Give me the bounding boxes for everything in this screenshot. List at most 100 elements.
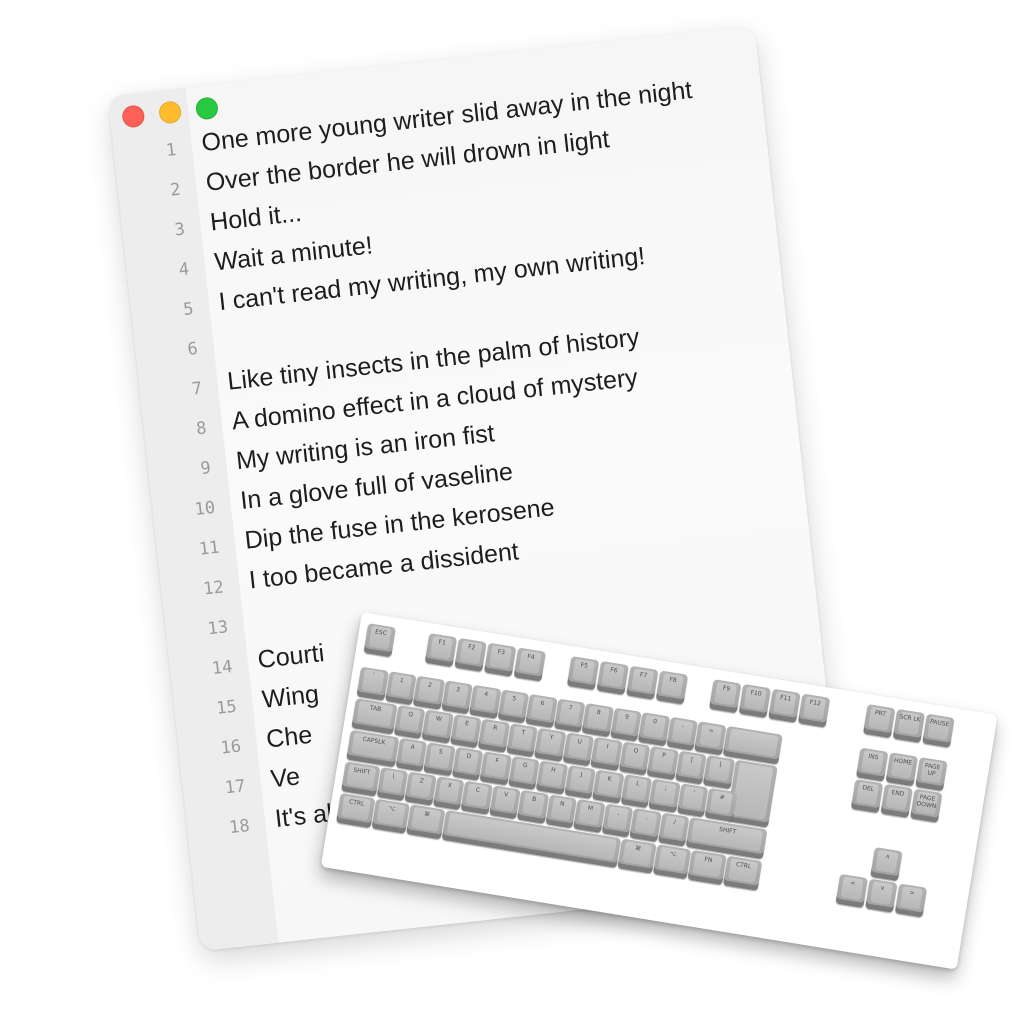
line-number: 9 xyxy=(199,458,212,480)
keyboard-key: F4 xyxy=(513,647,546,682)
keyboard-key: 2 xyxy=(412,675,445,710)
line-number: 11 xyxy=(197,537,221,560)
keyboard-key: O xyxy=(618,741,651,776)
keyboard-key: ' xyxy=(676,783,709,818)
keyboard-key: = xyxy=(694,721,727,756)
keyboard-key: CTRL xyxy=(336,792,375,829)
keyboard-key: PAGE UP xyxy=(915,757,948,792)
keyboard-key: F6 xyxy=(596,660,629,695)
keyboard-key: PAUSE xyxy=(922,713,955,748)
keyboard-key: F xyxy=(479,751,512,786)
keyboard-key: 5 xyxy=(497,689,530,724)
keyboard-key: # xyxy=(704,787,737,822)
keyboard-key: 7 xyxy=(553,698,586,733)
line-number: 7 xyxy=(190,378,204,400)
zoom-window-button[interactable] xyxy=(194,96,220,121)
keyboard-key: Q xyxy=(393,705,426,740)
keyboard-key: [ xyxy=(674,750,707,785)
keyboard-key: S xyxy=(423,742,456,777)
minimize-window-button[interactable] xyxy=(158,100,183,125)
keyboard-key: F12 xyxy=(797,693,831,728)
keyboard-key: T xyxy=(506,723,539,758)
keyboard-key: INS xyxy=(855,747,889,782)
keyboard-key: Z xyxy=(404,771,437,806)
keyboard-key: F2 xyxy=(454,637,487,672)
line-number: 16 xyxy=(219,736,243,759)
close-window-button[interactable] xyxy=(121,104,146,129)
line-number: 8 xyxy=(195,418,208,440)
keyboard-key: X xyxy=(432,776,465,811)
keyboard-key: PRT xyxy=(862,704,896,739)
keyboard-key: ⌥ xyxy=(652,844,692,880)
keyboard-key: ] xyxy=(703,755,735,790)
keyboard-key: > xyxy=(894,883,928,918)
keyboard-key: 6 xyxy=(525,693,558,728)
line-number: 14 xyxy=(210,656,234,680)
keyboard-key: CAPSLK xyxy=(346,729,400,768)
keyboard-key: DEL xyxy=(850,779,884,814)
line-number: 17 xyxy=(223,776,247,799)
keyboard-key: B xyxy=(516,789,549,824)
keyboard-key: ⌘ xyxy=(406,804,446,840)
keyboard-key: F1 xyxy=(424,633,458,668)
keyboard-key: FN xyxy=(687,849,727,886)
keyboard-key: ⌘ xyxy=(617,838,657,874)
keyboard-key: D xyxy=(451,746,484,781)
keyboard-key: , xyxy=(601,803,634,838)
keyboard-key: J xyxy=(564,765,597,800)
keyboard-key: 9 xyxy=(609,707,642,742)
line-number: 2 xyxy=(169,179,182,201)
keyboard-key: 0 xyxy=(637,712,670,747)
keyboard-key: F11 xyxy=(768,688,801,723)
line-number: 10 xyxy=(193,497,217,520)
keyboard-key: SCR LK xyxy=(892,708,926,743)
keyboard-key: G xyxy=(508,755,540,790)
keyboard-key: F5 xyxy=(566,656,600,691)
keyboard-key: M xyxy=(573,798,606,833)
keyboard-key: F3 xyxy=(483,642,517,677)
keyboard-key: SHIFT xyxy=(341,761,381,797)
keyboard-key: \ xyxy=(376,767,409,802)
keyboard-key: U xyxy=(562,732,595,767)
keyboard-key: H xyxy=(536,760,569,795)
keyboard-key: W xyxy=(421,709,454,744)
line-text[interactable]: Courti xyxy=(256,639,325,675)
keyboard-key: ; xyxy=(648,778,681,813)
keyboard-key: 4 xyxy=(469,684,501,719)
keyboard-key: A xyxy=(395,737,428,772)
keyboard-key: F8 xyxy=(655,670,689,705)
keyboard-key: . xyxy=(629,808,662,843)
line-number: 3 xyxy=(173,219,186,241)
keyboard-key: ` xyxy=(356,666,389,701)
keyboard-key: V xyxy=(488,785,521,820)
line-number: 12 xyxy=(202,577,225,600)
keyboard-key: PAGE DOWN xyxy=(910,788,943,823)
line-number: 6 xyxy=(186,338,199,360)
keyboard-key: P xyxy=(646,746,679,781)
line-text[interactable]: Ve xyxy=(269,762,301,794)
keyboard-key: F9 xyxy=(708,679,742,714)
line-text[interactable]: Wing xyxy=(261,680,321,715)
keyboard-key: E xyxy=(449,714,482,749)
keyboard-key: Y xyxy=(534,727,567,762)
keyboard-key: CTRL xyxy=(722,855,762,891)
keyboard-key: C xyxy=(460,780,493,815)
keyboard-key: < xyxy=(835,873,868,908)
keyboard-key: TAB xyxy=(351,698,398,735)
keyboard-key: F7 xyxy=(626,665,659,700)
keyboard-key: / xyxy=(657,812,690,847)
keyboard-key: R xyxy=(477,718,510,753)
keyboard-key: ⌥ xyxy=(371,798,411,834)
line-number: 5 xyxy=(182,299,195,321)
line-number: 4 xyxy=(177,259,191,281)
keyboard-key: L xyxy=(620,774,653,809)
keyboard-key: N xyxy=(545,794,578,829)
line-text[interactable]: Che xyxy=(265,721,314,755)
keyboard-key: - xyxy=(665,716,698,751)
keyboard-key: K xyxy=(592,769,625,804)
keyboard-key: ESC xyxy=(363,623,396,658)
keyboard-key: END xyxy=(880,783,913,818)
keyboard-key: 1 xyxy=(384,671,417,706)
keyboard-key: 3 xyxy=(440,680,473,715)
keyboard-key: F10 xyxy=(738,683,772,718)
